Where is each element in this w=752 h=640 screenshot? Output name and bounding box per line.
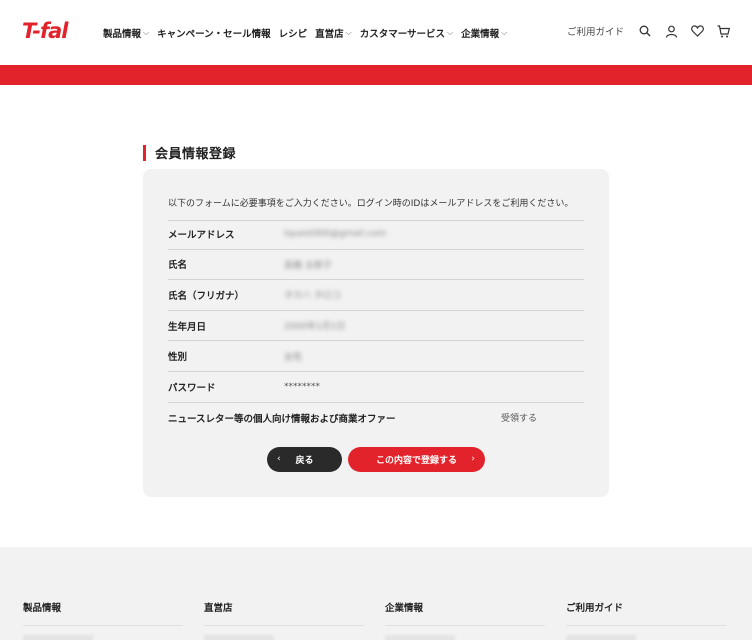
guide-link[interactable]: ご利用ガイド — [567, 24, 624, 38]
nav-item-recipes[interactable]: レシピ — [279, 26, 308, 40]
row-newsletter: ニュースレター等の個人向け情報および商業オファー 受領する — [168, 413, 538, 425]
title-accent-bar — [143, 144, 146, 161]
cart-icon[interactable] — [716, 24, 730, 38]
chevron-down-icon: ⌵ — [447, 28, 454, 37]
footer-link[interactable] — [204, 635, 274, 640]
site-header: T-fal 製品情報 ⌵ キャンペーン・セール情報 レシピ 直営店 ⌵ カスタマーサ… — [0, 0, 752, 65]
nav-item-customer-service[interactable]: カスタマーサービス ⌵ — [360, 26, 453, 40]
footer-col-company: 企業情報 — [385, 600, 545, 640]
nav-item-campaign[interactable]: キャンペーン・セール情報 — [157, 26, 271, 40]
site-footer: 製品情報 直営店 企業情報 ご利用ガイド — [0, 547, 752, 640]
chevron-down-icon: ⌵ — [345, 28, 352, 37]
nav-item-company[interactable]: 企業情報 ⌵ — [461, 26, 507, 40]
search-icon[interactable] — [638, 24, 652, 38]
confirmation-rows: メールアドレス tquest000@gmail.com 氏名 高橋 太郎子 氏名… — [168, 219, 584, 433]
row-name: 氏名 高橋 太郎子 — [168, 250, 584, 281]
row-gender: 性別 女性 — [168, 341, 584, 372]
footer-col-products: 製品情報 — [23, 600, 183, 640]
tfal-logo[interactable]: T-fal — [22, 19, 68, 43]
confirmation-card: 以下のフォームに必要事項をご入力ください。ログイン時のIDはメールアドレスをご利… — [143, 169, 609, 497]
back-button[interactable]: ‹ 戻る — [267, 447, 342, 472]
footer-link[interactable] — [566, 635, 636, 640]
chevron-left-icon: ‹ — [277, 454, 281, 464]
footer-link[interactable] — [23, 635, 93, 640]
nav-item-stores[interactable]: 直営店 ⌵ — [315, 26, 352, 40]
heart-icon[interactable] — [690, 24, 704, 38]
header-utilities: ご利用ガイド — [567, 24, 730, 38]
row-email: メールアドレス tquest000@gmail.com — [168, 219, 584, 250]
row-name-kana: 氏名（フリガナ） タカハ タロコ — [168, 280, 584, 311]
logo-text: T-fal — [22, 19, 68, 43]
footer-col-stores: 直営店 — [204, 600, 364, 640]
footer-col-guide: ご利用ガイド — [566, 600, 726, 640]
row-password: パスワード ******** — [168, 372, 584, 403]
chevron-right-icon: › — [471, 454, 475, 464]
main-nav: 製品情報 ⌵ キャンペーン・セール情報 レシピ 直営店 ⌵ カスタマーサービス ⌵ 企… — [103, 26, 507, 40]
page-heading: 会員情報登録 — [155, 147, 237, 162]
chevron-down-icon: ⌵ — [143, 28, 150, 37]
row-birthdate: 生年月日 2000年1月1日 — [168, 311, 584, 342]
form-actions: ‹ 戻る この内容で登録する › — [267, 447, 485, 472]
footer-link[interactable] — [385, 635, 455, 640]
submit-registration-button[interactable]: この内容で登録する › — [348, 447, 485, 472]
page-title: 会員情報登録 — [143, 143, 236, 162]
header-red-band — [0, 65, 752, 85]
intro-text: 以下のフォームに必要事項をご入力ください。ログイン時のIDはメールアドレスをご利… — [168, 196, 584, 221]
user-icon[interactable] — [664, 24, 678, 38]
chevron-down-icon: ⌵ — [501, 28, 508, 37]
nav-item-products[interactable]: 製品情報 ⌵ — [103, 26, 149, 40]
